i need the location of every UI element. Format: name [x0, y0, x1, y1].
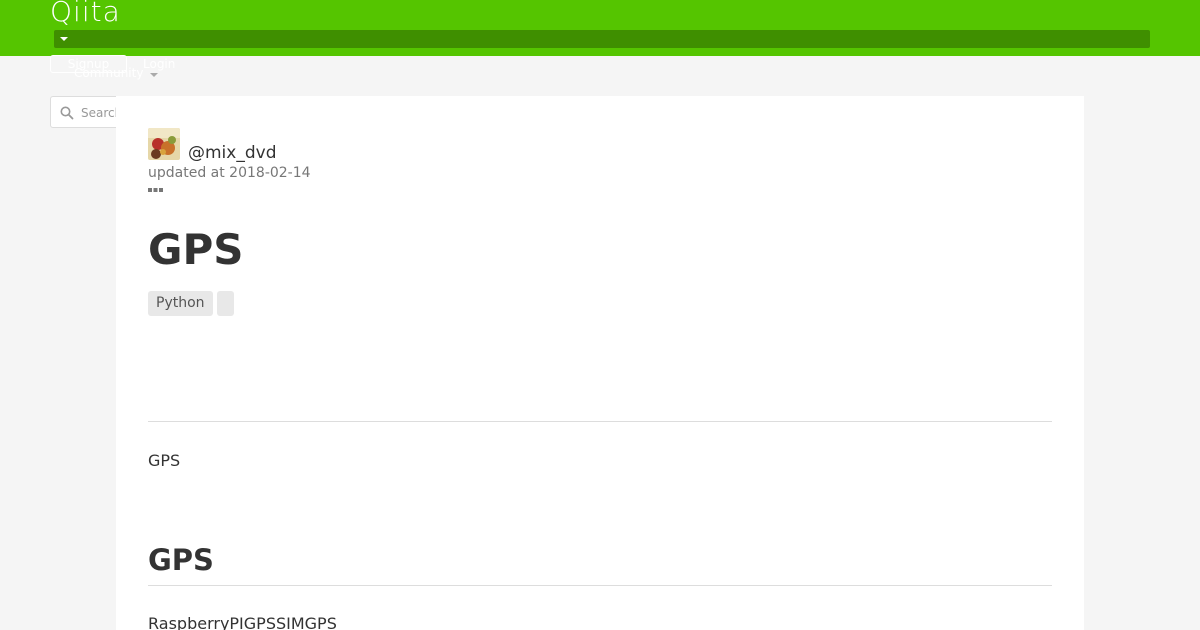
- chevron-down-icon[interactable]: [150, 73, 158, 77]
- article-title: GPS: [148, 225, 244, 274]
- section-paragraph: RaspberryPIGPSSIMGPS: [148, 614, 337, 630]
- more-icon[interactable]: [148, 187, 164, 193]
- article-card: @mix_dvd updated at 2018-02-14 GPS Pytho…: [116, 96, 1084, 630]
- qiita-logo[interactable]: Qiita: [50, 0, 121, 28]
- header-bar: Qiita: [0, 0, 1200, 56]
- login-link[interactable]: Login: [143, 57, 175, 71]
- divider: [148, 421, 1052, 422]
- section-divider: [148, 585, 1052, 586]
- avatar-image: [148, 128, 180, 160]
- avatar[interactable]: [148, 128, 180, 160]
- tag-list: Python: [148, 291, 238, 316]
- author-name[interactable]: @mix_dvd: [188, 143, 277, 163]
- menu-strip[interactable]: [54, 30, 1150, 48]
- tag-empty[interactable]: [216, 291, 234, 316]
- tag-python[interactable]: Python: [148, 291, 213, 316]
- caret-down-icon[interactable]: [60, 37, 68, 41]
- intro-paragraph: GPS: [148, 451, 181, 470]
- community-menu[interactable]: Community: [74, 66, 143, 80]
- section-heading: GPS: [148, 543, 214, 577]
- search-icon: [60, 106, 74, 120]
- updated-date: updated at 2018-02-14: [148, 165, 311, 181]
